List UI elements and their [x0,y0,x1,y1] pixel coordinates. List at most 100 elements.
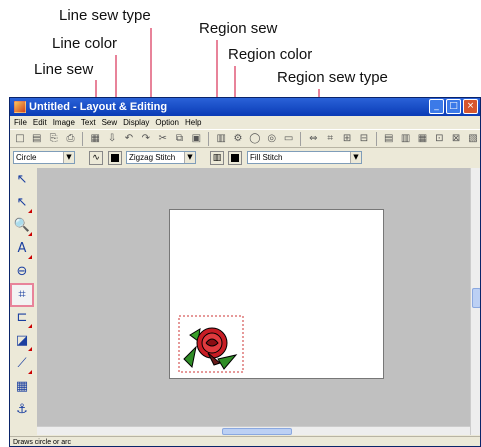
menu-sew[interactable]: Sew [102,116,118,129]
zoom-tool[interactable]: 🔍 [12,216,32,236]
group-icon[interactable]: ⊞ [340,132,354,146]
save-icon[interactable]: ▦ [88,132,102,146]
undo-icon[interactable]: ↶ [122,132,136,146]
chevron-down-icon[interactable]: ▼ [184,152,195,163]
menu-display[interactable]: Display [123,116,149,129]
horizontal-scroll-thumb[interactable] [222,428,292,435]
sew-settings-toolbar: Circle ▼ ∿ Zigzag Stitch ▼ ▥ Fill Stitch… [10,149,480,167]
design-page[interactable] [169,209,384,379]
line-sew-type-select[interactable]: Zigzag Stitch ▼ [126,151,196,164]
region-sew-type-value: Fill Stitch [250,153,283,162]
copy-icon[interactable]: ⎘ [47,132,61,146]
line-tool[interactable]: ⟋ [12,354,32,374]
shape-icon: ⊏ [16,310,28,325]
line-sew-type-value: Zigzag Stitch [129,153,176,162]
stitch-tool[interactable]: ▦ [12,377,32,397]
toolbar-divider [375,131,377,146]
app-window: Untitled - Layout & Editing _ □ × File E… [9,97,481,447]
rectangle-tool[interactable]: ⌗ [10,283,34,307]
app-icon [14,101,26,113]
mirror-icon[interactable]: ⇔ [306,132,320,146]
frame-icon[interactable]: ▭ [282,132,296,146]
select-tool[interactable]: ↖ [12,170,32,190]
properties-icon[interactable]: ⊡ [432,132,446,146]
status-text: Draws circle or arc [13,439,71,446]
stitch-icon: ▦ [15,379,29,394]
rectangle-icon: ⌗ [18,287,26,302]
design-workspace[interactable] [37,168,470,426]
line-color-swatch [111,154,119,162]
minimize-button[interactable]: _ [429,99,444,114]
circle-icon: ⊖ [16,264,28,279]
region-sew-type-select[interactable]: Fill Stitch ▼ [247,151,362,164]
text-tool[interactable]: A [12,239,32,259]
close-button[interactable]: × [463,99,478,114]
callout-region-color: Region color [228,46,313,63]
menu-edit[interactable]: Edit [33,116,47,129]
import-icon[interactable]: ⇩ [105,132,119,146]
main-toolbar: □ ▤ ⎘ ⎙ ▦ ⇩ ↶ ↷ ✂ ⧉ ▣ ▥ ⚙ ◯ ◎ ▭ ⇔ ⌗ ⊞ ⊟ … [10,129,480,148]
preview-icon[interactable]: ▦ [416,132,430,146]
submenu-marker [28,255,32,259]
layout-icon[interactable]: ▥ [214,132,228,146]
open-icon[interactable]: ▤ [30,132,44,146]
menu-file[interactable]: File [14,116,27,129]
line-color-button[interactable] [108,151,122,165]
toolbar-divider [82,131,84,146]
rose-embroidery[interactable] [178,315,244,373]
print-icon[interactable]: ⎙ [64,132,78,146]
stamp-tool[interactable]: ⚓ [12,400,32,420]
callout-region-sew: Region sew [199,20,278,37]
submenu-marker [28,370,32,374]
window-title: Untitled - Layout & Editing [29,101,168,113]
text-icon: A [17,241,27,256]
arrow-icon: ↖ [16,172,28,187]
pencil-icon: ⟋ [17,356,27,371]
callout-line-sew: Line sew [34,61,94,78]
region-sew-button[interactable]: ▥ [210,151,224,165]
point-edit-icon: ↖ [16,195,28,210]
cut-icon[interactable]: ✂ [156,132,170,146]
vertical-scrollbar[interactable] [470,168,480,435]
stitch-simulator-icon[interactable]: ▥ [399,132,413,146]
wizard-icon[interactable]: ⊠ [449,132,463,146]
submenu-marker [28,209,32,213]
center-icon[interactable]: ◎ [265,132,279,146]
window-controls: _ □ × [429,99,478,114]
rotate-icon[interactable]: ◯ [248,132,262,146]
region-color-swatch [231,154,239,162]
redo-icon[interactable]: ↷ [139,132,153,146]
new-icon[interactable]: □ [13,132,27,146]
menu-image[interactable]: Image [53,116,75,129]
menu-help[interactable]: Help [185,116,201,129]
chevron-down-icon[interactable]: ▼ [350,152,361,163]
point-edit-tool[interactable]: ↖ [12,193,32,213]
region-color-button[interactable] [228,151,242,165]
duplicate-icon[interactable]: ▣ [189,132,203,146]
grid-icon[interactable]: ⌗ [323,132,337,146]
submenu-marker [28,232,32,236]
chevron-down-icon[interactable]: ▼ [63,152,74,163]
title-bar: Untitled - Layout & Editing _ □ × [10,98,480,116]
tool-palette: ↖ ↖ 🔍 A ⊖ ⌗ ⊏ ◪ ⟋ ▦ ⚓ [10,170,34,428]
line-sew-button[interactable]: ∿ [89,151,103,165]
submenu-marker [28,324,32,328]
view-icon[interactable]: ▤ [382,132,396,146]
stamp-icon: ⚓ [16,402,28,417]
outline-tool[interactable]: ◪ [12,331,32,351]
maximize-button[interactable]: □ [446,99,461,114]
menu-option[interactable]: Option [155,116,179,129]
magnifier-icon: 🔍 [13,218,31,233]
paste-icon[interactable]: ⧉ [173,132,187,146]
toolbar-divider [300,131,302,146]
shape-select[interactable]: Circle ▼ [13,151,75,164]
callout-line-sew-type: Line sew type [59,7,151,24]
transfer-icon[interactable]: ▧ [466,132,480,146]
ungroup-icon[interactable]: ⊟ [357,132,371,146]
circle-tool[interactable]: ⊖ [12,262,32,282]
settings-icon[interactable]: ⚙ [231,132,245,146]
vertical-scroll-thumb[interactable] [472,288,480,308]
horizontal-scrollbar[interactable] [37,426,470,435]
shape-tool[interactable]: ⊏ [12,308,32,328]
menu-text[interactable]: Text [81,116,96,129]
